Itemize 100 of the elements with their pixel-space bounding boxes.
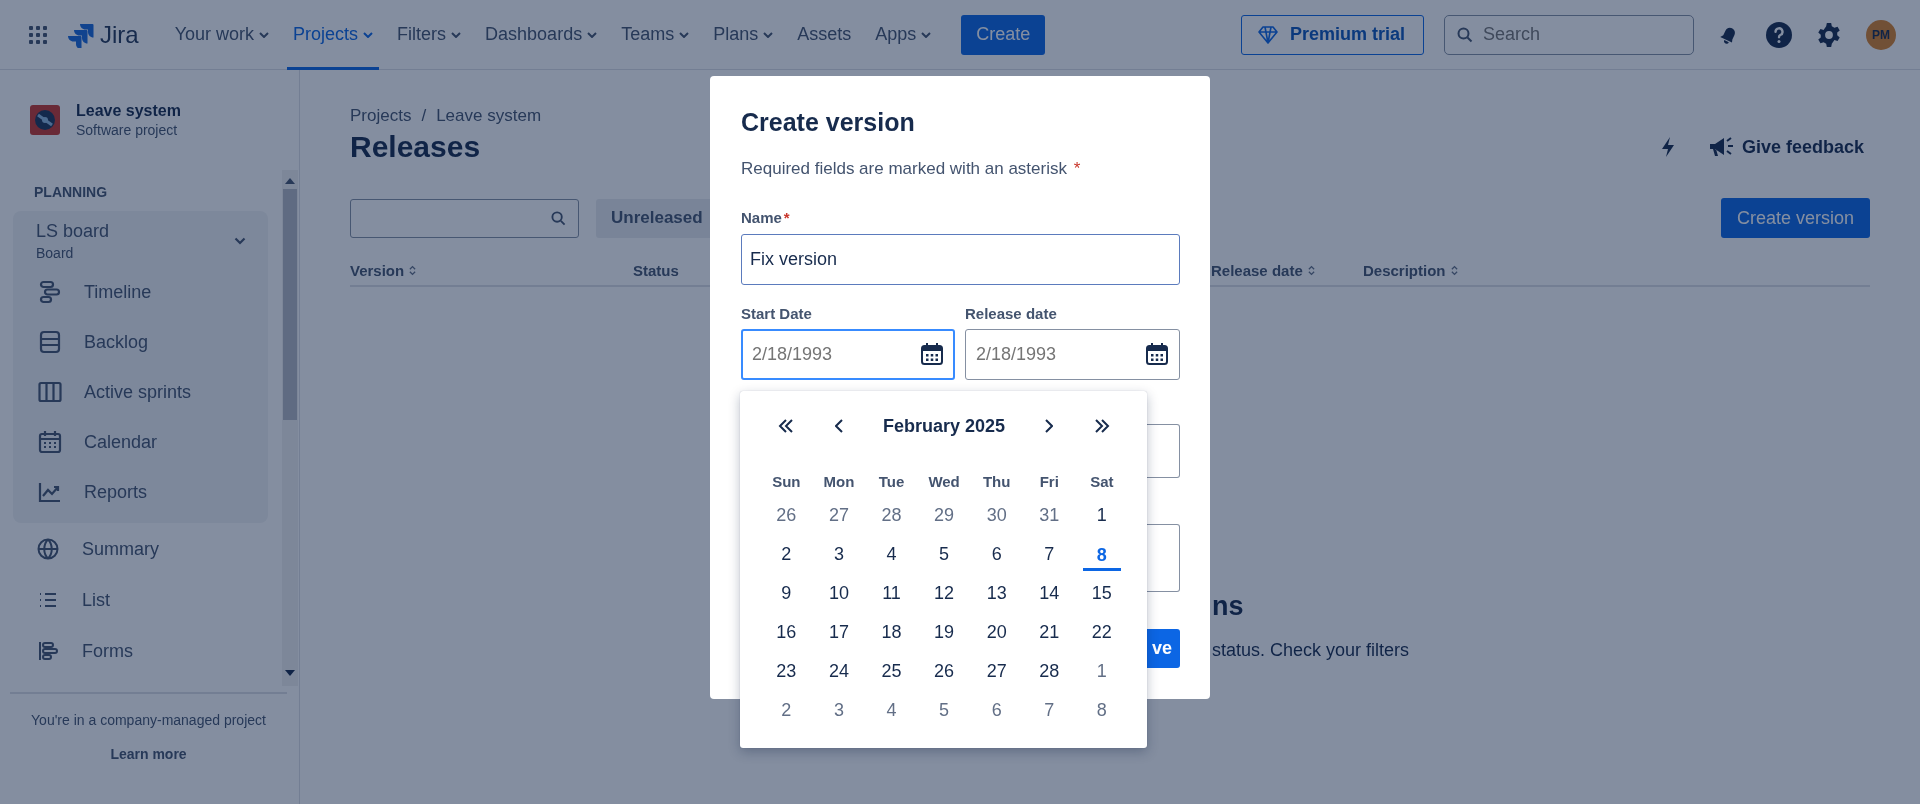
- calendar-day[interactable]: 3: [825, 540, 852, 569]
- sidebar-item[interactable]: Forms: [0, 626, 282, 676]
- calendar-day[interactable]: 27: [978, 657, 1015, 686]
- calendar-day[interactable]: 18: [873, 618, 910, 647]
- forms-icon: [36, 639, 60, 663]
- app-switcher-icon[interactable]: [28, 24, 48, 45]
- column-header[interactable]: Release date: [1211, 262, 1363, 279]
- sidebar-item[interactable]: Active sprints: [13, 367, 268, 417]
- calendar-day[interactable]: 17: [820, 618, 857, 647]
- product-name[interactable]: Jira: [100, 20, 139, 49]
- create-version-button[interactable]: Create version: [1720, 198, 1870, 238]
- calendar-day[interactable]: 30: [978, 501, 1015, 530]
- calendar-day[interactable]: 31: [1031, 501, 1068, 530]
- page-title: Releases: [350, 130, 481, 164]
- start-date-field[interactable]: 2/18/1993: [741, 329, 955, 380]
- calendar-day[interactable]: 20: [978, 618, 1015, 647]
- release-date-field[interactable]: 2/18/1993: [965, 329, 1180, 380]
- nav-menu-item[interactable]: Projects: [287, 0, 380, 70]
- chevron-left-icon[interactable]: [834, 419, 843, 433]
- double-chevron-right-icon[interactable]: [1093, 419, 1110, 433]
- nav-menu-item[interactable]: Filters: [391, 0, 468, 70]
- calendar-icon[interactable]: [921, 343, 943, 365]
- calendar-day[interactable]: 9: [773, 579, 800, 608]
- chevron-down-icon[interactable]: [234, 237, 246, 245]
- sort-icon: [1450, 265, 1458, 276]
- calendar-day[interactable]: 6: [983, 696, 1010, 725]
- logo-icon[interactable]: [68, 21, 94, 48]
- create-button[interactable]: Create: [961, 14, 1046, 55]
- calendar-day[interactable]: 3: [825, 696, 852, 725]
- calendar-day[interactable]: 24: [820, 657, 857, 686]
- nav-menu-item[interactable]: Dashboards: [479, 0, 604, 70]
- field-label: Start Date: [741, 305, 813, 322]
- nav-menu-item[interactable]: Apps: [869, 0, 938, 70]
- calendar-day[interactable]: 1: [1088, 657, 1115, 686]
- nav-menu-item[interactable]: Plans: [707, 0, 780, 70]
- calendar-day[interactable]: 7: [1036, 696, 1063, 725]
- nav-menu-item[interactable]: Assets: [791, 0, 858, 70]
- text-area[interactable]: [1147, 524, 1180, 592]
- calendar-day[interactable]: 22: [1083, 618, 1120, 647]
- chevron-right-icon[interactable]: [1045, 419, 1054, 433]
- search-field[interactable]: [350, 198, 579, 238]
- calendar-day[interactable]: 26: [768, 501, 805, 530]
- learn-more-link[interactable]: Learn more: [110, 746, 187, 762]
- calendar-day[interactable]: 8: [1088, 696, 1115, 725]
- calendar-day[interactable]: 27: [820, 501, 857, 530]
- search-icon: [1457, 26, 1473, 43]
- calendar-day[interactable]: 1: [1088, 501, 1115, 530]
- calendar-day[interactable]: 16: [768, 618, 805, 647]
- scrollbar[interactable]: [282, 170, 298, 686]
- calendar-day[interactable]: 5: [931, 696, 958, 725]
- save-button[interactable]: ve: [1147, 629, 1180, 668]
- calendar-day[interactable]: 28: [1031, 657, 1068, 686]
- board-name[interactable]: LS board: [36, 221, 110, 242]
- search-field[interactable]: Search: [1444, 14, 1694, 55]
- project-name[interactable]: Leave system: [76, 102, 181, 120]
- nav-menu-item[interactable]: Teams: [615, 0, 696, 70]
- calendar-day[interactable]: 13: [978, 579, 1015, 608]
- lightning-icon[interactable]: [1659, 136, 1676, 158]
- breadcrumb-link[interactable]: Leave system: [436, 106, 542, 126]
- caret-up-icon[interactable]: [285, 178, 295, 184]
- calendar-day[interactable]: 23: [768, 657, 805, 686]
- sidebar-item[interactable]: Reports: [13, 467, 268, 517]
- calendar-day[interactable]: 28: [873, 501, 910, 530]
- text-field[interactable]: [1147, 424, 1180, 478]
- calendar-day[interactable]: 12: [926, 579, 963, 608]
- sidebar-item[interactable]: Summary: [0, 524, 282, 574]
- calendar-day[interactable]: 4: [878, 540, 905, 569]
- calendar-day[interactable]: 2: [773, 696, 800, 725]
- calendar-day[interactable]: 19: [926, 618, 963, 647]
- calendar-day[interactable]: 5: [931, 540, 958, 569]
- calendar-day[interactable]: 21: [1031, 618, 1068, 647]
- column-header[interactable]: Description: [1363, 262, 1870, 279]
- calendar-day[interactable]: 8: [1082, 538, 1121, 571]
- sidebar-item[interactable]: Timeline: [13, 267, 268, 317]
- calendar-day[interactable]: 29: [926, 501, 963, 530]
- project-avatar-icon[interactable]: [30, 105, 60, 135]
- calendar-day[interactable]: 10: [820, 579, 857, 608]
- sidebar-item[interactable]: Calendar: [13, 417, 268, 467]
- column-header[interactable]: Version: [350, 262, 633, 279]
- calendar-day[interactable]: 2: [773, 540, 800, 569]
- sidebar-item[interactable]: List: [0, 575, 282, 625]
- double-chevron-left-icon[interactable]: [778, 419, 795, 433]
- calendar-day[interactable]: 7: [1036, 540, 1063, 569]
- give-feedback-button[interactable]: Give feedback: [1701, 135, 1870, 159]
- calendar-day[interactable]: 4: [878, 696, 905, 725]
- sidebar-item[interactable]: Backlog: [13, 317, 268, 367]
- calendar-day[interactable]: 26: [926, 657, 963, 686]
- calendar-day[interactable]: 11: [874, 579, 909, 608]
- caret-down-icon[interactable]: [285, 670, 295, 676]
- premium-trial-button[interactable]: Premium trial: [1240, 14, 1424, 55]
- calendar-day[interactable]: 14: [1031, 579, 1068, 608]
- calendar-day[interactable]: 6: [983, 540, 1010, 569]
- calendar-icon[interactable]: [1146, 343, 1168, 365]
- breadcrumb-link[interactable]: Projects: [350, 106, 412, 126]
- help-icon[interactable]: [1766, 21, 1792, 48]
- name-field[interactable]: Fix version: [741, 234, 1180, 285]
- nav-menu-item[interactable]: Your work: [168, 0, 276, 70]
- calendar-day[interactable]: 25: [873, 657, 910, 686]
- calendar-day[interactable]: 15: [1083, 579, 1120, 608]
- settings-icon[interactable]: [1816, 21, 1842, 48]
